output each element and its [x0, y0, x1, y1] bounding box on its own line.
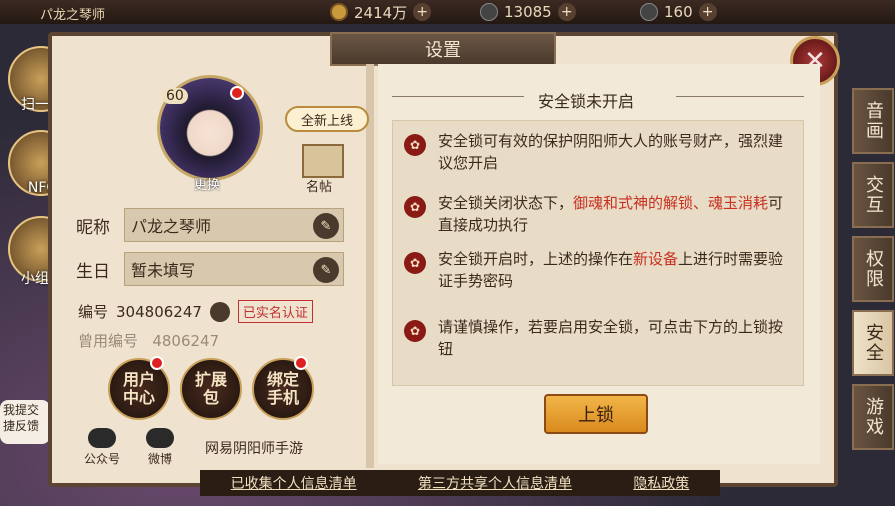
add-jade-button[interactable]: +	[557, 3, 576, 21]
para2-text-a: 安全锁关闭状态下，	[438, 194, 574, 212]
nickname-field[interactable]: パ龙之琴师 ✎	[124, 208, 344, 242]
para2-highlight: 御魂和式神的解锁、魂玉消耗	[573, 194, 769, 212]
title-line-left	[392, 96, 524, 97]
weibo-icon	[146, 428, 174, 448]
copy-id-icon[interactable]	[209, 301, 230, 322]
bullet-icon: ✿	[404, 134, 426, 156]
collected-info-link[interactable]: 已收集个人信息清单	[231, 473, 357, 493]
nickname-row: 昵称 パ龙之琴师 ✎	[76, 208, 344, 242]
bullet-icon: ✿	[404, 320, 426, 342]
edit-nickname-button[interactable]: ✎	[313, 213, 339, 239]
brand-label: 网易阴阳师手游	[205, 441, 303, 457]
expansion-label: 扩展 包	[194, 370, 227, 407]
jade-icon	[480, 3, 498, 21]
birthday-field[interactable]: 暂未填写 ✎	[124, 252, 344, 286]
tab-audio-visual[interactable]: 音画	[852, 88, 894, 154]
birthday-label: 生日	[76, 261, 110, 282]
stamina-value: 160	[664, 3, 693, 21]
edit-birthday-button[interactable]: ✎	[313, 257, 339, 283]
stamina-icon	[640, 3, 658, 21]
wechat-label: 公众号	[84, 452, 121, 466]
old-id-value: 4806247	[152, 332, 220, 350]
birthday-row: 生日 暂未填写 ✎	[76, 252, 344, 286]
add-gold-button[interactable]: +	[413, 3, 432, 21]
bullet-icon: ✿	[404, 196, 426, 218]
bind-phone-label: 绑定 手机	[266, 370, 299, 407]
add-stamina-button[interactable]: +	[698, 3, 717, 21]
expansion-button[interactable]: 扩展 包	[180, 358, 242, 420]
name-card-icon[interactable]	[302, 144, 344, 178]
security-paragraph-2: 安全锁关闭状态下，御魂和式神的解锁、魂玉消耗可直接成功执行	[438, 192, 796, 236]
id-value: 304806247	[116, 302, 202, 321]
avatar-notification-dot	[230, 86, 244, 100]
user-center-label: 用户 中心	[122, 370, 155, 407]
security-paragraph-3: 安全锁开启时，上述的操作在新设备上进行时需要验证手势密码	[438, 248, 796, 292]
tab-security[interactable]: 安全	[852, 310, 894, 376]
wechat-icon	[88, 428, 116, 448]
bind-phone-dot	[294, 356, 308, 370]
avatar-area[interactable]: 60 更换	[160, 78, 260, 193]
lock-button[interactable]: 上锁	[544, 394, 648, 434]
player-level: 60	[162, 88, 188, 104]
tab-game[interactable]: 游戏	[852, 384, 894, 450]
old-id-row: 曾用编号 4806247	[78, 330, 219, 351]
security-paragraph-1: 安全锁可有效的保护阴阳师大人的账号财产，强烈建议您开启	[438, 132, 784, 172]
title-line-right	[676, 96, 804, 97]
new-feature-badge: 全新上线	[285, 106, 369, 132]
tab-permissions[interactable]: 权限	[852, 236, 894, 302]
id-label: 编号	[78, 303, 109, 321]
jade-value: 13085	[504, 3, 552, 21]
feedback-bubble[interactable]: 我提交 捷反馈	[0, 400, 50, 444]
security-status-title: 安全锁未开启	[538, 92, 635, 111]
weibo-link[interactable]: 微博	[146, 428, 174, 467]
third-party-info-link[interactable]: 第三方共享个人信息清单	[418, 473, 572, 493]
weibo-label: 微博	[147, 452, 172, 466]
birthday-value: 暂未填写	[131, 261, 196, 280]
stamina-resource: 160 +	[640, 2, 717, 22]
player-id-row: 编号 304806247 已实名认证	[78, 300, 313, 323]
gold-coin-icon	[330, 3, 348, 21]
footer-links: 已收集个人信息清单 第三方共享个人信息清单 隐私政策	[200, 470, 720, 496]
dialog-title: 设置	[330, 32, 556, 66]
nickname-value: パ龙之琴师	[131, 217, 212, 236]
user-center-dot	[150, 356, 164, 370]
bullet-icon: ✿	[404, 252, 426, 274]
security-paragraph-4: 请谨慎操作，若要启用安全锁，可点击下方的上锁按钮	[438, 318, 784, 358]
change-avatar-label: 更换	[194, 178, 221, 193]
wechat-link[interactable]: 公众号	[84, 428, 120, 467]
verified-badge: 已实名认证	[237, 300, 313, 323]
gold-resource: 2414万 +	[330, 2, 432, 22]
old-id-label: 曾用编号	[78, 332, 139, 350]
para3-highlight: 新设备	[633, 250, 679, 268]
jade-resource: 13085 +	[480, 2, 576, 22]
name-card-label: 名帖	[306, 180, 333, 195]
privacy-policy-link[interactable]: 隐私政策	[633, 473, 689, 493]
top-resource-bar: パ龙之琴师 2414万 + 13085 + 160 +	[0, 0, 895, 24]
player-name: パ龙之琴师	[40, 8, 106, 23]
tab-interaction[interactable]: 交互	[852, 162, 894, 228]
nickname-label: 昵称	[76, 217, 110, 238]
para3-text-a: 安全锁开启时，上述的操作在	[438, 250, 634, 268]
feedback-text: 我提交 捷反馈	[3, 403, 40, 433]
gold-value: 2414万	[354, 3, 408, 22]
